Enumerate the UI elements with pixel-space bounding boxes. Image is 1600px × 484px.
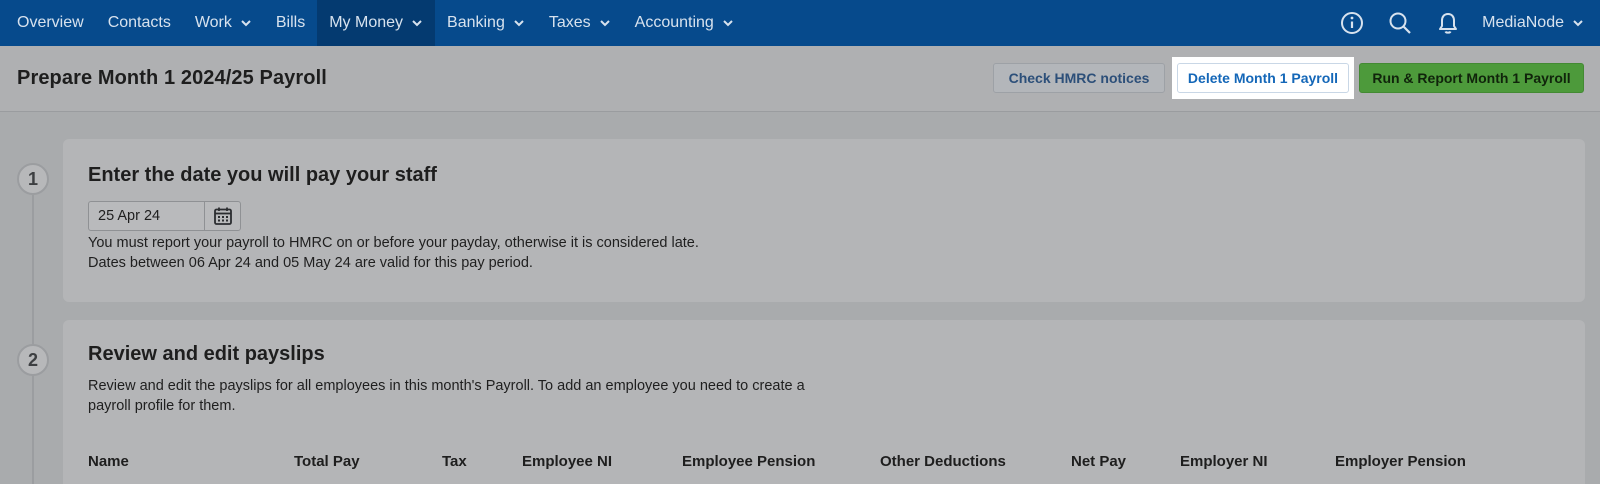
delete-payroll-button[interactable]: Delete Month 1 Payroll	[1177, 63, 1349, 93]
user-menu[interactable]: MediaNode	[1472, 0, 1600, 46]
nav-right-group: MediaNode	[1328, 0, 1600, 46]
step1-help-line-1: You must report your payroll to HMRC on …	[88, 235, 699, 251]
chevron-down-icon	[599, 20, 610, 27]
column-header-tax[interactable]: Tax	[442, 453, 467, 470]
pay-date-field[interactable]: 25 Apr 24	[88, 201, 241, 231]
chevron-down-icon	[412, 20, 422, 27]
step-card-payslips: Review and edit payslips Review and edit…	[63, 320, 1585, 484]
nav-overview[interactable]: Overview	[0, 0, 96, 46]
column-header-employer-pension[interactable]: Employer Pension	[1335, 453, 1466, 470]
nav-banking-label: Banking	[447, 14, 505, 31]
column-header-employee-pension[interactable]: Employee Pension	[682, 453, 815, 470]
chevron-down-icon	[514, 20, 524, 27]
nav-work[interactable]: Work	[183, 0, 264, 46]
step2-help-line-2: payroll profile for them.	[88, 398, 236, 414]
step1-help-line-2: Dates between 06 Apr 24 and 05 May 24 ar…	[88, 255, 533, 271]
run-report-payroll-button[interactable]: Run & Report Month 1 Payroll	[1359, 63, 1584, 93]
nav-overview-label: Overview	[17, 14, 84, 31]
info-button[interactable]	[1328, 0, 1376, 46]
column-header-other-deductions[interactable]: Other Deductions	[880, 453, 1006, 470]
pay-date-value: 25 Apr 24	[98, 208, 161, 224]
nav-bills-label: Bills	[275, 14, 306, 31]
nav-contacts[interactable]: Contacts	[96, 0, 183, 46]
column-header-total-pay[interactable]: Total Pay	[294, 453, 360, 470]
step-number-1: 1	[17, 163, 49, 195]
nav-taxes[interactable]: Taxes	[537, 0, 623, 46]
calendar-icon	[213, 207, 232, 225]
column-header-name[interactable]: Name	[88, 453, 129, 470]
step1-title: Enter the date you will pay your staff	[88, 164, 437, 186]
step2-title: Review and edit payslips	[88, 343, 325, 365]
nav-accounting-label: Accounting	[634, 14, 714, 31]
nav-bills[interactable]: Bills	[264, 0, 317, 46]
top-nav: Overview Contacts Work Bills My Money Ba…	[0, 0, 1600, 46]
nav-work-label: Work	[194, 14, 232, 31]
step2-help-line-1: Review and edit the payslips for all emp…	[88, 378, 805, 394]
chevron-down-icon	[723, 20, 733, 27]
bell-icon	[1439, 13, 1458, 34]
nav-accounting[interactable]: Accounting	[623, 0, 746, 46]
check-hmrc-notices-button[interactable]: Check HMRC notices	[993, 63, 1165, 93]
column-header-net-pay[interactable]: Net Pay	[1071, 453, 1126, 470]
nav-my-money-label: My Money	[329, 14, 404, 31]
user-menu-label: MediaNode	[1482, 14, 1564, 31]
nav-taxes-label: Taxes	[548, 14, 591, 31]
nav-banking[interactable]: Banking	[435, 0, 537, 46]
nav-my-money[interactable]: My Money	[317, 0, 436, 46]
column-header-employee-ni[interactable]: Employee NI	[522, 453, 612, 470]
chevron-down-icon	[241, 20, 251, 27]
calendar-button[interactable]	[204, 202, 240, 230]
page-header: Prepare Month 1 2024/25 Payroll Check HM…	[0, 46, 1600, 112]
chevron-down-icon	[1573, 20, 1583, 27]
column-header-employer-ni[interactable]: Employer NI	[1180, 453, 1268, 470]
search-button[interactable]	[1376, 0, 1424, 46]
step-connector-line	[32, 195, 34, 484]
search-icon	[1389, 12, 1411, 34]
info-icon	[1341, 12, 1364, 34]
step-number-2: 2	[17, 344, 49, 376]
nav-contacts-label: Contacts	[107, 14, 171, 31]
page-title: Prepare Month 1 2024/25 Payroll	[17, 67, 327, 89]
notifications-button[interactable]	[1424, 0, 1472, 46]
step-card-pay-date: Enter the date you will pay your staff 2…	[63, 139, 1585, 302]
